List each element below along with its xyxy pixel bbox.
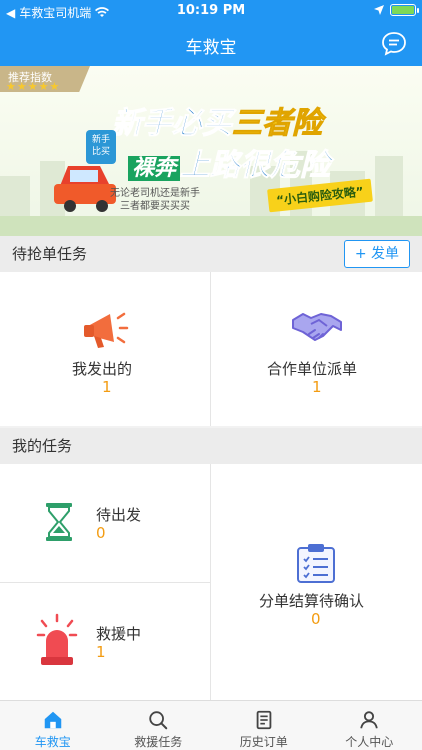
settlement-pending-count: 0 [311,610,321,628]
status-bar: ◀ 车救宝司机端 10:19 PM [0,0,422,22]
nav-bar: 车救宝 [0,22,422,66]
awaiting-departure-label: 待出发 [96,506,142,524]
recommend-stars: ★★★★★ [6,80,61,93]
rescuing-cell[interactable]: 救援中 1 [0,583,210,700]
tab-history-orders-label: 历史订单 [239,735,288,749]
hourglass-icon [46,503,72,541]
awaiting-departure-count: 0 [96,524,106,542]
headline1-part-b: 三者险 [232,106,323,142]
mine-section-header: 我的任务 [0,428,422,464]
megaphone-icon [84,312,129,348]
tab-history-orders[interactable]: 历史订单 [211,701,317,750]
headline2-part-a: 裸奔 [128,156,181,181]
headline1-part-a: 新手必买 [112,106,233,142]
siren-icon [36,613,78,665]
my-posted-count: 1 [102,378,112,396]
status-right [374,4,419,16]
post-order-button[interactable]: + 发单 [343,240,410,268]
my-posted-cell[interactable]: 我发出的 1 [0,272,210,426]
clipboard-icon [297,544,335,583]
rescuing-count: 1 [96,643,106,661]
partner-dispatch-cell[interactable]: 合作单位派单 1 [211,272,422,426]
page-title: 车救宝 [185,38,237,58]
tab-rescue-tasks-label: 救援任务 [134,735,183,749]
tab-profile[interactable]: 个人中心 [317,701,422,750]
home-icon [44,711,61,729]
location-arrow-icon [374,5,384,15]
awaiting-departure-cell[interactable]: 待出发 0 [0,464,210,582]
partner-dispatch-label: 合作单位派单 [267,360,358,378]
pending-section-title: 待抢单任务 [12,245,88,263]
banner-sub1: 无论老司机还是新手 [110,188,200,199]
partner-dispatch-count: 1 [312,378,322,396]
banner-subtext: 无论老司机还是新手 三者都要买买买 [110,187,200,213]
battery-icon [390,4,419,16]
search-icon [149,711,168,730]
tab-rescue-tasks[interactable]: 救援任务 [106,701,212,750]
mine-section-title: 我的任务 [12,437,73,455]
tab-bar: 车救宝 救援任务 历史订单 个人中心 [0,700,422,750]
headline-line2: 裸奔 上路很危险 [128,140,331,184]
pending-section-header: 待抢单任务 + 发单 [0,236,422,272]
tab-profile-label: 个人中心 [345,735,394,749]
tab-home[interactable]: 车救宝 [0,701,106,750]
person-icon [360,711,378,729]
banner-sub2: 三者都要买买买 [120,201,190,212]
promo-banner[interactable]: 推荐指数 ★★★★★ 新手必买三者险 新手 比买 裸奔 上路很危险 无论老司机还是… [0,66,422,236]
clock: 10:19 PM [176,3,246,18]
settlement-pending-label: 分单结算待确认 [259,592,365,610]
tab-home-label: 车救宝 [34,735,71,749]
my-posted-label: 我发出的 [72,360,133,378]
headline2-part-b: 上路很危险 [180,148,331,184]
newbie-badge: 新手 比买 [86,130,116,164]
rescuing-label: 救援中 [96,625,142,643]
handshake-icon [292,313,342,341]
document-icon [256,710,272,730]
settlement-pending-cell[interactable]: 分单结算待确认 0 [211,464,422,700]
message-icon[interactable] [380,30,408,58]
headline-line1: 新手必买三者险 [112,98,323,142]
